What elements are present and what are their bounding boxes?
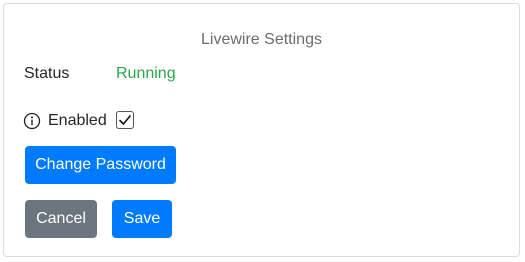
enabled-row: Enabled [23,109,107,133]
change-password-button[interactable]: Change Password [25,146,176,184]
enabled-checkbox[interactable] [116,111,134,129]
status-label: Status [24,65,70,82]
settings-panel: Livewire Settings Status Running Enabled… [3,3,520,257]
panel-title: Livewire Settings [201,31,322,48]
save-button[interactable]: Save [112,200,172,238]
cancel-button[interactable]: Cancel [25,200,97,238]
status-value: Running [116,65,176,82]
checkmark-icon [119,115,131,125]
enabled-label: Enabled [48,112,107,129]
info-icon[interactable] [23,112,41,130]
